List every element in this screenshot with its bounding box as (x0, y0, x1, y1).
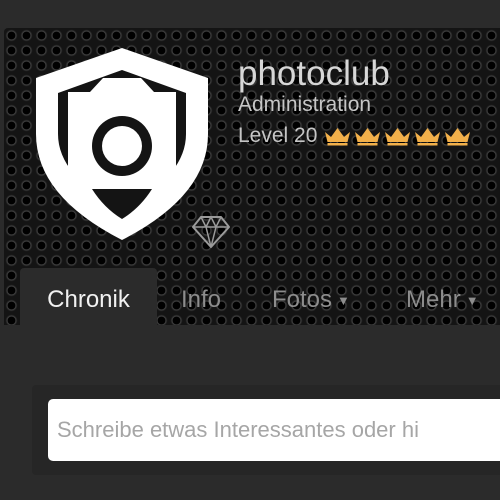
tab-fotos[interactable]: Fotos ▼ (272, 268, 350, 328)
crown-icon (445, 128, 471, 146)
profile-role: Administration (238, 93, 372, 116)
crown-rating (323, 126, 472, 146)
tab-info[interactable]: Info (181, 268, 221, 328)
tab-fotos-label: Fotos (272, 286, 333, 313)
chevron-down-icon: ▼ (337, 292, 350, 308)
level-label: Level 20 (238, 124, 318, 147)
diamond-icon (192, 216, 230, 248)
crown-icon (385, 128, 411, 146)
crown-icon (355, 128, 381, 146)
crown-icon (415, 128, 441, 146)
chevron-down-icon: ▼ (465, 292, 479, 308)
profile-tabs: Chronik Info Fotos ▼ Mehr ▼ (20, 268, 500, 328)
post-input[interactable] (48, 399, 500, 461)
level-indicator: Level 20 (238, 123, 472, 149)
tab-chronik[interactable]: Chronik (20, 268, 157, 328)
profile-name: photoclub (238, 54, 390, 93)
crown-icon (325, 128, 351, 146)
tab-mehr[interactable]: Mehr ▼ (406, 268, 479, 328)
camera-shield-icon (36, 48, 208, 240)
tab-mehr-label: Mehr (406, 286, 461, 313)
